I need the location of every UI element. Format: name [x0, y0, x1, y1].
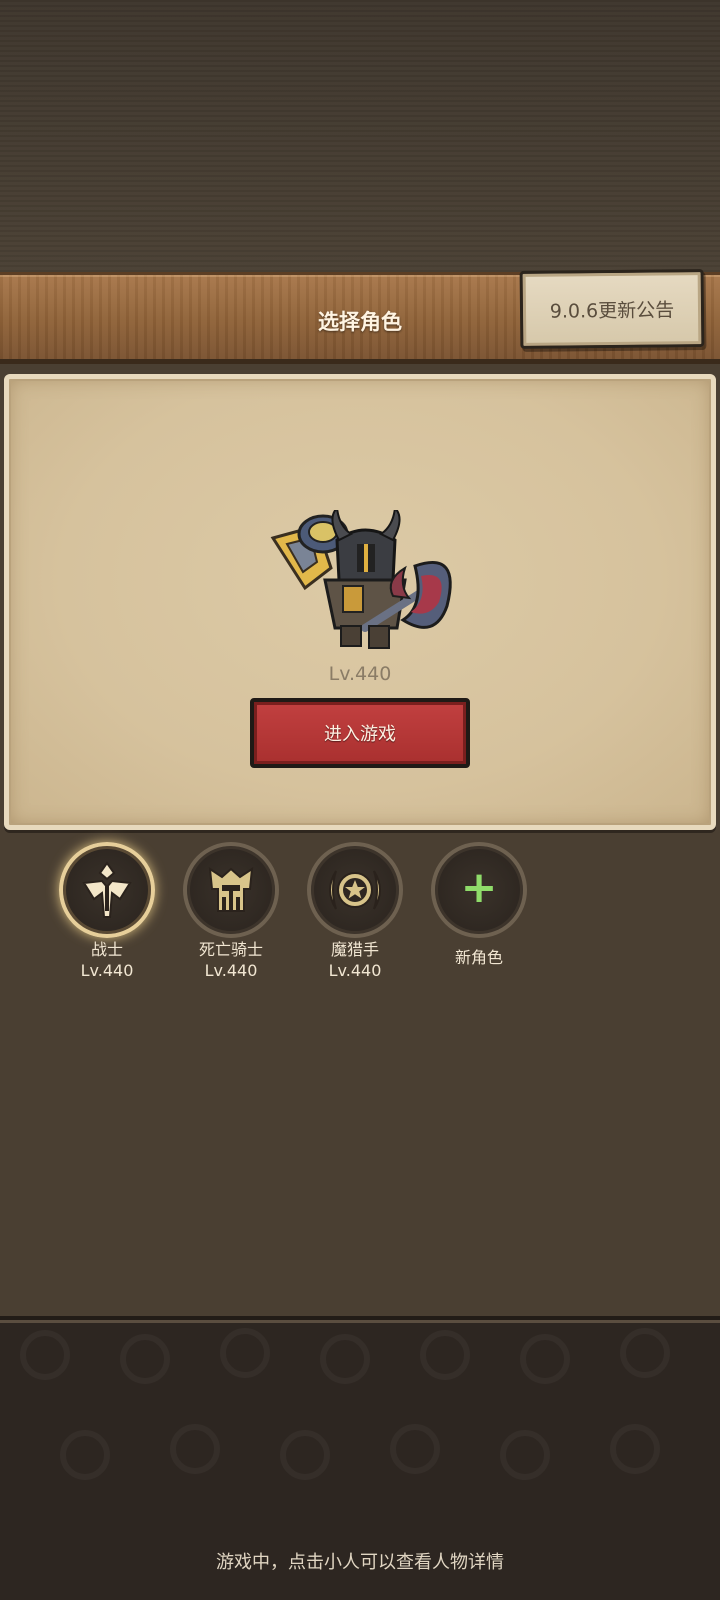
decorative-emblem [120, 1334, 170, 1384]
decorative-emblem [520, 1334, 570, 1384]
character-level: Lv.440 [204, 961, 258, 980]
character-slot-warrior[interactable]: 战士 Lv.440 [52, 842, 162, 982]
character-name: 死亡骑士 [198, 940, 263, 959]
decorative-emblem [170, 1424, 220, 1474]
decorative-emblem [60, 1430, 110, 1480]
character-portrait-frame[interactable] [307, 842, 403, 938]
character-name: 魔猎手 [330, 940, 379, 959]
footer-hint-text: 游戏中，点击小人可以查看人物详情 [216, 1552, 504, 1573]
decorative-emblem [20, 1330, 70, 1380]
character-slot-death-knight[interactable]: 死亡骑士 Lv.440 [176, 842, 286, 982]
decorative-emblem [390, 1424, 440, 1474]
decorative-emblem [620, 1328, 670, 1378]
decorative-emblem [220, 1328, 270, 1378]
hero-level-label: Lv.440 [328, 663, 392, 685]
new-character-button[interactable]: + [431, 842, 527, 938]
new-character-slot[interactable]: + 新角色 [424, 842, 534, 968]
character-level: Lv.440 [328, 961, 382, 980]
plus-icon: + [460, 862, 498, 913]
character-level: Lv.440 [80, 961, 134, 980]
helmet-emblem-icon [208, 866, 254, 912]
character-portrait-frame[interactable] [183, 842, 279, 938]
character-portrait-frame[interactable] [59, 842, 155, 938]
decorative-emblem [500, 1430, 550, 1480]
enter-game-button[interactable]: 进入游戏 [250, 698, 470, 768]
character-name: 战士 [90, 940, 123, 959]
new-character-label: 新角色 [454, 948, 503, 967]
star-moon-emblem-icon [329, 870, 381, 910]
warrior-character-art[interactable] [265, 505, 465, 660]
character-slot-demon-hunter[interactable]: 魔猎手 Lv.440 [300, 842, 410, 982]
top-background [0, 0, 720, 272]
update-notice-button[interactable]: 9.0.6更新公告 [519, 269, 705, 349]
decorative-emblem [420, 1330, 470, 1380]
decorative-emblem [610, 1424, 660, 1474]
decorative-emblem [320, 1334, 370, 1384]
warrior-sprite-icon [270, 505, 452, 649]
decorative-emblem [280, 1430, 330, 1480]
sword-emblem-icon [82, 861, 132, 918]
